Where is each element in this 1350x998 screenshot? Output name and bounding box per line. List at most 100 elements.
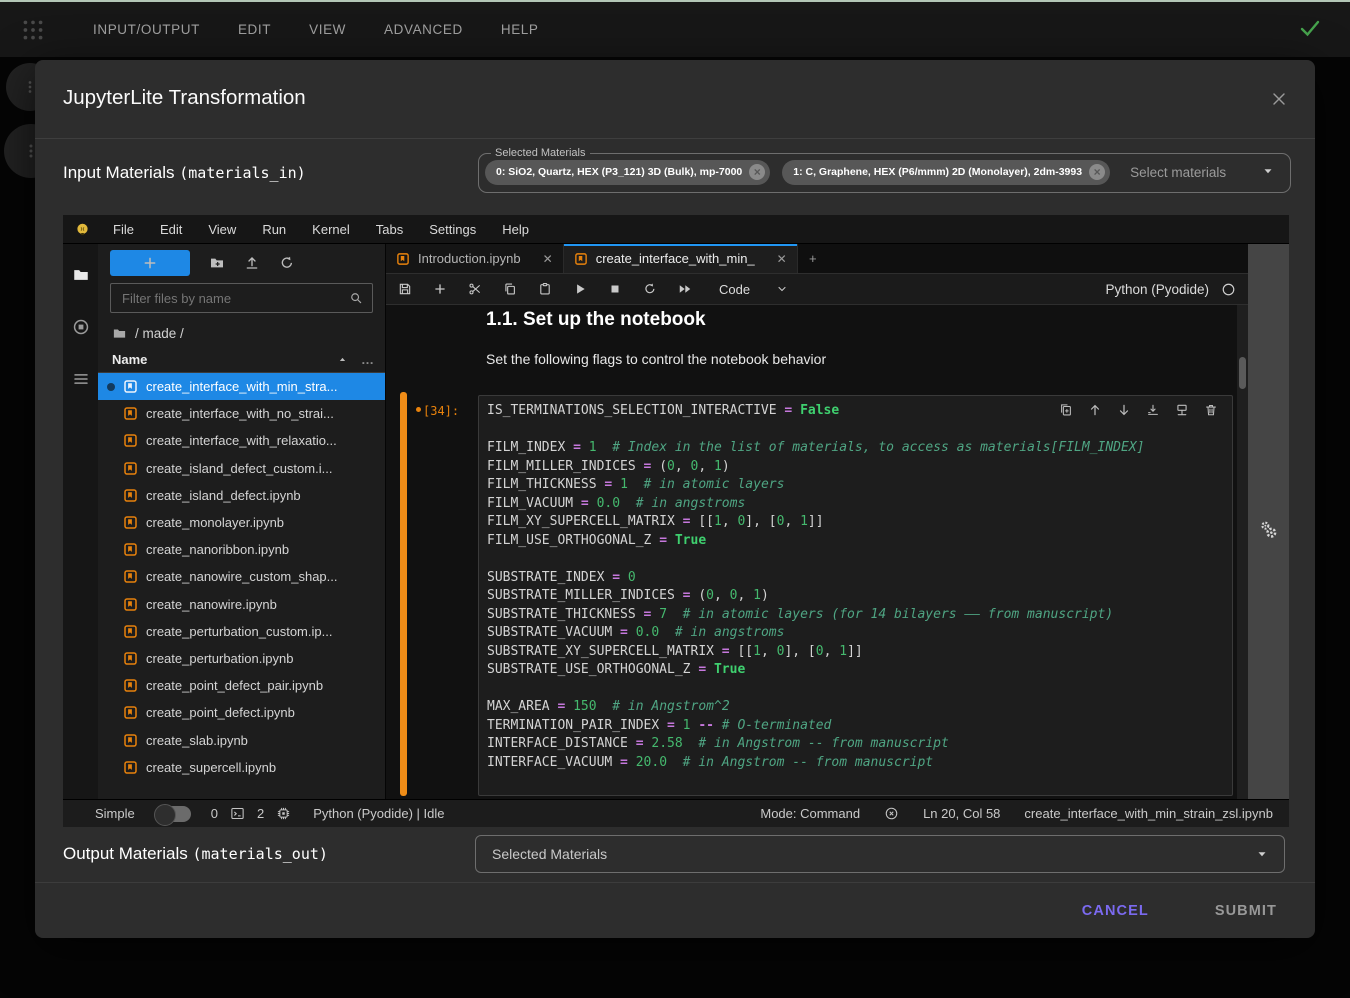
app-menu-item-input-output[interactable]: INPUT/OUTPUT [74, 14, 219, 45]
restart-kernel-icon[interactable] [643, 282, 657, 296]
file-list-item[interactable]: create_nanoribbon.ipynb [98, 536, 385, 563]
jupyter-body: / made / Name … create_interface_with_mi… [63, 244, 1289, 800]
move-cell-up-icon[interactable] [1088, 403, 1102, 417]
move-cell-down-icon[interactable] [1117, 403, 1131, 417]
file-list-item[interactable]: create_point_defect_pair.ipynb [98, 672, 385, 699]
tab-introduction-ipynb[interactable]: Introduction.ipynb✕ [386, 244, 564, 273]
material-chip-label: 1: C, Graphene, HEX (P6/mmm) 2D (Monolay… [793, 166, 1082, 178]
jupyter-menu-edit[interactable]: Edit [147, 222, 195, 237]
new-folder-icon[interactable] [209, 255, 225, 271]
file-list-item[interactable]: create_point_defect.ipynb [98, 699, 385, 726]
duplicate-cell-icon[interactable] [1059, 403, 1073, 417]
jupyter-menu-tabs[interactable]: Tabs [363, 222, 416, 237]
file-filter-input[interactable] [120, 290, 349, 307]
notifications-icon[interactable] [884, 806, 899, 821]
cut-icon[interactable] [468, 282, 482, 296]
insert-cell-icon[interactable] [433, 282, 447, 296]
jupyter-menu-help[interactable]: Help [489, 222, 542, 237]
kernels-count[interactable]: 2 [257, 806, 264, 821]
kernel-status-icon[interactable] [1221, 282, 1236, 297]
kernel-status-text[interactable]: Python (Pyodide) | Idle [313, 806, 444, 821]
active-cell-indicator[interactable] [400, 392, 407, 796]
new-tab-button[interactable]: + [798, 244, 828, 273]
home-folder-icon[interactable] [112, 326, 127, 341]
file-list-item[interactable]: create_slab.ipynb [98, 726, 385, 753]
tab-close-icon[interactable]: ✕ [543, 252, 553, 266]
file-list-item[interactable]: create_interface_with_no_strai... [98, 400, 385, 427]
file-list-item[interactable]: create_supercell.ipynb [98, 754, 385, 781]
submit-button[interactable]: SUBMIT [1205, 895, 1287, 927]
insert-cell-above-icon[interactable] [1146, 403, 1160, 417]
file-list-item[interactable]: create_nanowire.ipynb [98, 591, 385, 618]
command-mode-indicator[interactable]: Mode: Command [760, 806, 860, 821]
jupyter-menu-view[interactable]: View [195, 222, 249, 237]
app-menu-item-advanced[interactable]: ADVANCED [365, 14, 482, 45]
file-list-item[interactable]: create_island_defect_custom.i... [98, 455, 385, 482]
kernel-name[interactable]: Python (Pyodide) [1105, 282, 1209, 297]
delete-cell-icon[interactable] [1204, 403, 1218, 417]
file-name: create_nanowire.ipynb [146, 597, 277, 612]
cancel-button[interactable]: CANCEL [1072, 895, 1159, 927]
file-list-item[interactable]: create_interface_with_relaxatio... [98, 427, 385, 454]
breadcrumb-path[interactable]: / made / [135, 326, 184, 341]
jupyter-menu-kernel[interactable]: Kernel [299, 222, 363, 237]
terminal-icon[interactable] [230, 806, 245, 821]
file-list-header[interactable]: Name … [98, 347, 385, 373]
code-line: FILM_MILLER_INDICES = (0, 0, 1) [487, 458, 1224, 477]
property-inspector-gears-icon[interactable] [1258, 258, 1279, 800]
name-column-header[interactable]: Name [112, 352, 147, 367]
app-menu-item-help[interactable]: HELP [482, 14, 558, 45]
file-list-item[interactable]: create_monolayer.ipynb [98, 509, 385, 536]
material-chip[interactable]: 1: C, Graphene, HEX (P6/mmm) 2D (Monolay… [782, 160, 1110, 185]
more-columns-indicator[interactable]: … [361, 352, 375, 367]
jupyter-menu-file[interactable]: File [100, 222, 147, 237]
jupyter-menu-run[interactable]: Run [249, 222, 299, 237]
scrollbar-thumb[interactable] [1239, 357, 1246, 389]
file-browser-icon[interactable] [72, 266, 90, 284]
close-icon[interactable] [1269, 89, 1289, 109]
new-launcher-button[interactable] [110, 250, 190, 276]
tab-close-icon[interactable]: ✕ [777, 252, 787, 266]
upload-icon[interactable] [244, 255, 260, 271]
tab-create-interface-with-min-[interactable]: create_interface_with_min_✕ [564, 244, 798, 273]
insert-cell-below-icon[interactable] [1175, 403, 1189, 417]
file-list-item[interactable]: create_interface_with_min_stra... [98, 373, 385, 400]
materials-select-placeholder[interactable]: Select materials [1130, 165, 1226, 180]
chip-remove-icon[interactable]: × [749, 164, 765, 180]
simple-mode-toggle[interactable] [155, 806, 191, 822]
notebook-file-icon [123, 515, 138, 530]
code-line: MAX_AREA = 150 # in Angstrom^2 [487, 698, 1224, 717]
refresh-icon[interactable] [279, 255, 295, 271]
code-cell-editor[interactable]: IS_TERMINATIONS_SELECTION_INTERACTIVE = … [478, 395, 1233, 796]
terminals-count[interactable]: 0 [211, 806, 218, 821]
stop-icon[interactable] [608, 282, 622, 296]
run-icon[interactable] [573, 282, 587, 296]
jupyter-menu-settings[interactable]: Settings [416, 222, 489, 237]
paste-icon[interactable] [538, 282, 552, 296]
material-chips: 0: SiO2, Quartz, HEX (P3_121) 3D (Bulk),… [485, 157, 1290, 187]
running-kernels-icon[interactable] [72, 318, 90, 336]
app-logo-icon[interactable] [20, 17, 46, 43]
material-chip[interactable]: 0: SiO2, Quartz, HEX (P3_121) 3D (Bulk),… [485, 160, 770, 185]
vertical-scrollbar[interactable] [1237, 305, 1248, 800]
output-materials-dropdown[interactable]: Selected Materials [475, 835, 1285, 873]
file-list-item[interactable]: create_island_defect.ipynb [98, 482, 385, 509]
save-icon[interactable] [398, 282, 412, 296]
cursor-position[interactable]: Ln 20, Col 58 [923, 806, 1000, 821]
run-all-icon[interactable] [678, 282, 692, 296]
table-of-contents-icon[interactable] [72, 370, 90, 388]
app-menu-item-view[interactable]: VIEW [290, 14, 365, 45]
active-file-name[interactable]: create_interface_with_min_strain_zsl.ipy… [1024, 806, 1273, 821]
file-list-item[interactable]: create_perturbation_custom.ip... [98, 618, 385, 645]
file-list-item[interactable]: create_perturbation.ipynb [98, 645, 385, 672]
cell-type-dropdown[interactable]: Code [719, 282, 788, 297]
file-list-item[interactable]: create_nanowire_custom_shap... [98, 563, 385, 590]
code-line: SUBSTRATE_THICKNESS = 7 # in atomic laye… [487, 606, 1224, 625]
app-menu-item-edit[interactable]: EDIT [219, 14, 290, 45]
code-line: FILM_VACUUM = 0.0 # in angstroms [487, 495, 1224, 514]
kernel-chip-icon[interactable] [276, 806, 291, 821]
right-sidebar-rail [1248, 244, 1289, 800]
chip-remove-icon[interactable]: × [1089, 164, 1105, 180]
copy-icon[interactable] [503, 282, 517, 296]
materials-dropdown-caret-icon[interactable] [1262, 165, 1274, 177]
